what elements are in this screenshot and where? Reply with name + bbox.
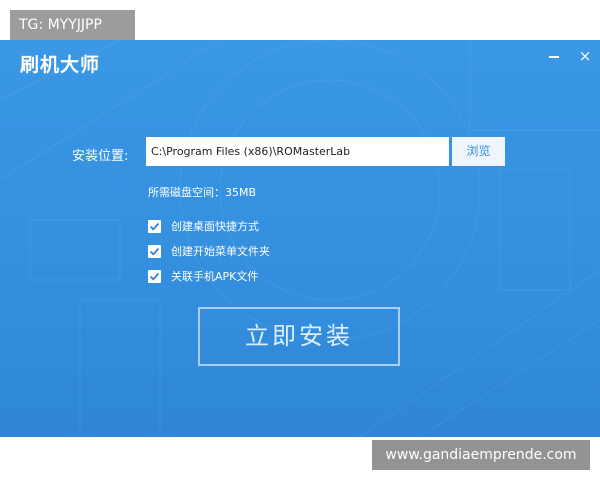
- option-label: 创建开始菜单文件夹: [171, 245, 270, 258]
- watermark-bottom-right: www.gandiaemprende.com: [372, 440, 590, 470]
- checkbox-start-menu-folder[interactable]: [148, 244, 161, 258]
- checkmark-icon: [149, 247, 160, 256]
- checkmark-icon: [149, 272, 160, 281]
- checkbox-desktop-shortcut[interactable]: [148, 219, 161, 233]
- installer-window: 刷机大师 × 安装位置: 浏览 所需磁盘空间：35MB 创建桌面快捷方式: [0, 40, 600, 437]
- browse-button[interactable]: 浏览: [452, 137, 505, 166]
- checkbox-associate-apk[interactable]: [148, 269, 161, 283]
- option-associate-apk[interactable]: 关联手机APK文件: [148, 268, 258, 284]
- install-location-label: 安装位置:: [72, 149, 129, 164]
- install-path-input[interactable]: [146, 137, 449, 166]
- option-desktop-shortcut[interactable]: 创建桌面快捷方式: [148, 218, 259, 234]
- disk-space-text: 所需磁盘空间：35MB: [148, 186, 257, 199]
- close-button[interactable]: ×: [575, 46, 595, 66]
- option-label: 关联手机APK文件: [171, 270, 259, 283]
- option-label: 创建桌面快捷方式: [171, 220, 259, 233]
- page: 刷机大师 × 安装位置: 浏览 所需磁盘空间：35MB 创建桌面快捷方式: [0, 0, 600, 480]
- minimize-icon: [549, 56, 559, 58]
- option-start-menu-folder[interactable]: 创建开始菜单文件夹: [148, 243, 270, 259]
- install-now-button[interactable]: 立即安装: [198, 307, 400, 366]
- close-icon: ×: [578, 47, 592, 65]
- background-decoration: [0, 40, 600, 437]
- checkmark-icon: [149, 222, 160, 231]
- window-title: 刷机大师: [20, 54, 101, 76]
- watermark-top-left: TG: MYYJJPP: [10, 10, 135, 40]
- minimize-button[interactable]: [544, 46, 564, 66]
